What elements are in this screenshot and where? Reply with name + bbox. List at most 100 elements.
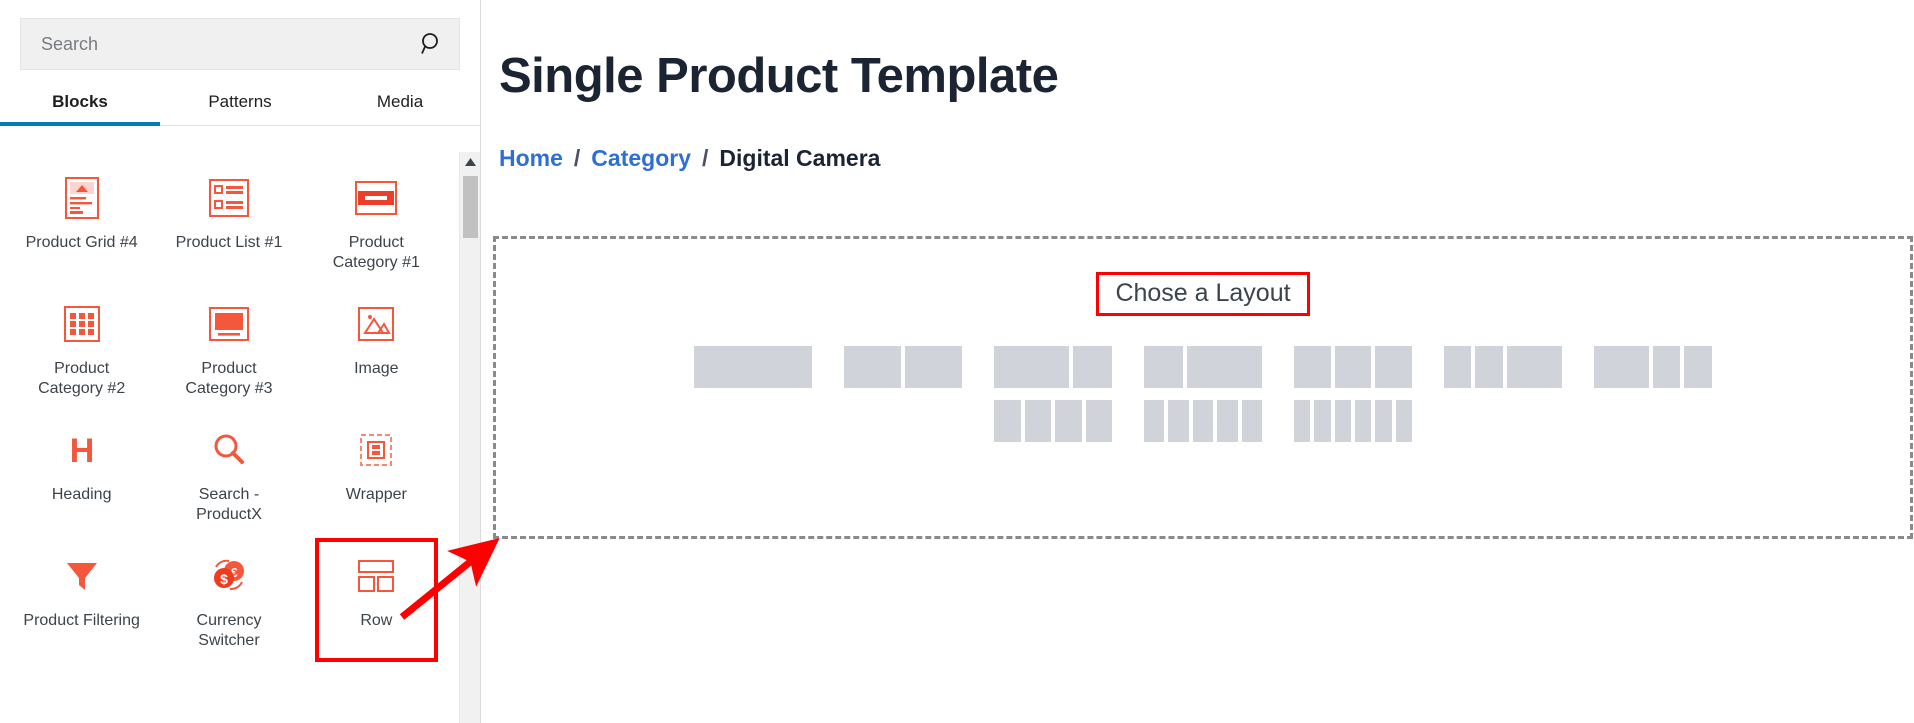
layout-column	[1144, 400, 1165, 443]
block-item-row[interactable]: Row	[303, 537, 450, 662]
layout-column	[1241, 400, 1262, 443]
layout-variation-1-column[interactable]	[694, 346, 813, 389]
block-item-label: Product Category #2	[38, 359, 126, 398]
layout-column	[1354, 400, 1372, 443]
block-item-label: Product Filtering	[23, 611, 140, 629]
heading-icon: H	[65, 426, 99, 474]
layout-variation-2-column-equal[interactable]	[844, 346, 963, 389]
breadcrumb: Home / Category / Digital Camera	[499, 145, 1914, 172]
layout-column	[844, 346, 902, 389]
product-grid-icon	[64, 174, 99, 222]
layout-variation-2-column-wide-left[interactable]	[994, 346, 1113, 389]
block-list-scroll-area: Product Grid #4 Product List #1 Product …	[0, 150, 458, 723]
tab-media[interactable]: Media	[320, 82, 480, 125]
layout-variations	[496, 346, 1910, 443]
block-grid: Product Grid #4 Product List #1 Product …	[0, 150, 458, 662]
layout-column	[1593, 346, 1649, 389]
product-list-icon	[208, 174, 249, 222]
layout-variation-5-column-equal[interactable]	[1144, 400, 1262, 443]
search-input[interactable]	[39, 32, 419, 56]
search-area	[0, 0, 480, 70]
search-productx-icon	[211, 426, 247, 474]
block-item-product-category-3[interactable]: Product Category #3	[155, 290, 302, 408]
layout-variation-3-column-equal[interactable]	[1294, 346, 1412, 389]
page-title: Single Product Template	[499, 49, 1059, 103]
tab-patterns[interactable]: Patterns	[160, 82, 320, 125]
block-item-currency-switcher[interactable]: € $ Currency Switcher	[155, 542, 302, 660]
breadcrumb-item-home[interactable]: Home	[499, 145, 563, 172]
layout-column	[1294, 346, 1331, 389]
layout-column	[1024, 400, 1052, 443]
layout-variation-6-column-equal[interactable]	[1293, 400, 1412, 443]
block-item-product-grid-4[interactable]: Product Grid #4	[8, 164, 155, 282]
block-inserter-panel: Blocks Patterns Media	[0, 0, 481, 723]
scrollbar-thumb[interactable]	[463, 176, 478, 238]
layout-column	[1314, 400, 1331, 443]
block-item-label: Product Category #3	[185, 359, 273, 398]
dropzone-prompt: Chose a Layout	[1096, 272, 1310, 317]
layout-column	[1192, 400, 1214, 443]
svg-text:$: $	[220, 571, 228, 587]
layout-variation-row	[994, 400, 1412, 443]
block-item-label: Product Category #1	[332, 234, 420, 272]
layout-column	[1475, 346, 1503, 389]
product-category-3-icon	[208, 300, 249, 348]
block-item-heading[interactable]: H Heading	[8, 416, 155, 534]
inserter-scrollbar[interactable]	[459, 152, 480, 723]
currency-switcher-icon: € $	[209, 552, 249, 600]
layout-column	[1186, 346, 1262, 389]
layout-column	[1375, 346, 1412, 389]
triangle-up-icon[interactable]	[460, 152, 480, 172]
layout-column	[1217, 400, 1238, 443]
funnel-icon	[62, 552, 102, 600]
layout-column	[1168, 400, 1189, 443]
block-item-image[interactable]: Image	[303, 290, 450, 408]
layout-column	[1073, 346, 1113, 389]
block-item-product-filtering[interactable]: Product Filtering	[8, 542, 155, 660]
row-icon	[357, 552, 395, 600]
block-item-product-category-2[interactable]: Product Category #2	[8, 290, 155, 408]
layout-column	[994, 346, 1070, 389]
layout-dropzone[interactable]: Chose a Layout	[493, 236, 1913, 539]
layout-column	[694, 346, 813, 389]
dropzone-prompt-wrap: Chose a Layout	[496, 272, 1910, 317]
block-item-label: Heading	[51, 485, 112, 503]
layout-column	[1684, 346, 1712, 389]
layout-variation-2-column-wide-right[interactable]	[1144, 346, 1262, 389]
search-box[interactable]	[20, 18, 460, 70]
layout-column	[1144, 346, 1183, 389]
image-icon	[358, 300, 395, 348]
block-item-product-list-1[interactable]: Product List #1	[155, 164, 302, 282]
product-category-2-icon	[63, 300, 100, 348]
tab-blocks[interactable]: Blocks	[0, 82, 160, 126]
layout-column	[1055, 400, 1082, 443]
block-item-label: Search - ProductX	[196, 485, 262, 524]
breadcrumb-separator: /	[702, 145, 709, 171]
layout-variation-3-column-wide-left[interactable]	[1593, 346, 1712, 389]
editor-window: Blocks Patterns Media	[0, 0, 1914, 723]
layout-column	[1652, 346, 1681, 389]
layout-variation-row	[694, 346, 1712, 389]
block-item-search-productx[interactable]: Search - ProductX	[155, 416, 302, 534]
inserter-tabs: Blocks Patterns Media	[0, 82, 480, 126]
layout-variation-4-column-equal[interactable]	[994, 400, 1113, 443]
layout-column	[1443, 346, 1472, 389]
search-icon	[419, 31, 445, 57]
block-item-wrapper[interactable]: Wrapper	[303, 416, 450, 534]
block-item-label: Product List #1	[175, 234, 283, 251]
layout-column	[905, 346, 963, 389]
wrapper-icon	[359, 426, 393, 474]
editor-canvas: Single Product Template Home / Category …	[481, 0, 1914, 723]
block-item-label: Product Grid #4	[25, 234, 138, 251]
breadcrumb-item-category[interactable]: Category	[591, 145, 691, 172]
block-item-label: Image	[354, 359, 399, 377]
block-item-product-category-1[interactable]: Product Category #1	[303, 164, 450, 282]
layout-column	[1395, 400, 1412, 443]
layout-column	[1085, 400, 1113, 443]
svg-text:H: H	[69, 432, 94, 468]
layout-variation-3-column-wide-right[interactable]	[1443, 346, 1562, 389]
block-item-label: Wrapper	[345, 485, 407, 503]
layout-column	[994, 400, 1021, 443]
breadcrumb-item-current: Digital Camera	[719, 145, 881, 171]
product-category-1-icon	[355, 174, 398, 222]
